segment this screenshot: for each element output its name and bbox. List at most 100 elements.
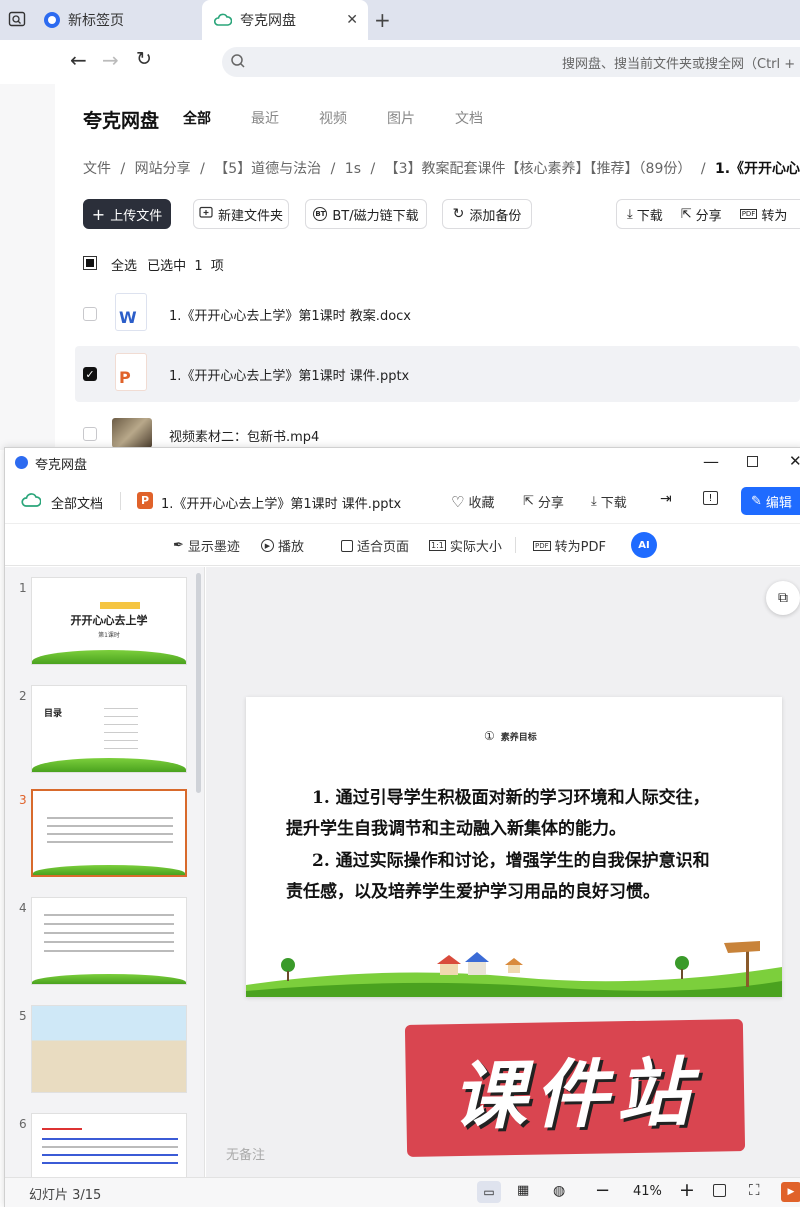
upload-button[interactable]: + 上传文件 [83, 199, 171, 229]
all-docs-link[interactable]: 全部文档 [51, 493, 103, 512]
download-button[interactable]: ⤓ 下载 [627, 205, 663, 224]
download-button[interactable]: ⤓ 下载 [591, 492, 627, 511]
breadcrumb-item[interactable]: 【3】教案配套课件【核心素养】【推荐】（89份） [385, 161, 692, 177]
ppt-file-icon: P [115, 353, 147, 391]
nav-image[interactable]: 图片 [387, 108, 415, 128]
breadcrumb-item[interactable]: 1s [345, 161, 361, 177]
breadcrumb-item[interactable]: 网站分享 [135, 161, 191, 177]
slide-text-line: 责任感，以及培养学生爱护学习用品的良好习惯。 [286, 882, 660, 902]
thumb-title: 开开心心去上学 [70, 614, 148, 627]
slide-thumbnail-4[interactable] [31, 897, 187, 985]
refresh-icon[interactable]: ↻ [136, 48, 152, 70]
forward-icon[interactable]: → [102, 48, 119, 72]
slide-thumbnail-2[interactable]: 目录 [31, 685, 187, 773]
selected-text: 已选中 [147, 259, 187, 274]
bt-download-button[interactable]: BT BT/磁力链下载 [305, 199, 427, 229]
minimize-icon[interactable]: — [703, 452, 719, 471]
floating-tool-icon[interactable]: ⧉ [766, 581, 800, 615]
back-icon[interactable]: ← [70, 48, 87, 72]
tab-search-icon[interactable] [8, 10, 26, 28]
zoom-in-icon[interactable]: + [679, 1179, 695, 1201]
thumb-subtitle: 第1课时 [98, 632, 120, 639]
nav-all[interactable]: 全部 [183, 108, 211, 128]
select-all-label[interactable]: 全选 [111, 259, 137, 274]
file-row-selected[interactable]: ✓ P 1.《开开心心去上学》第1课时 课件.pptx [75, 346, 800, 402]
selected-unit: 项 [210, 259, 224, 274]
file-name[interactable]: 1.《开开心心去上学》第1课时 课件.pptx [169, 365, 409, 384]
thumbnail-scrollbar[interactable] [196, 573, 201, 793]
to-pdf-button[interactable]: PDF 转为 [739, 205, 787, 224]
search-icon [230, 53, 246, 73]
thumb-title: 目录 [44, 709, 63, 719]
view-toolbar: ✒ 显示墨迹 ▶ 播放 适合页面 1:1 实际大小 PDF 转为PDF AI [5, 524, 800, 566]
tab-new-tab[interactable]: 新标签页 [40, 0, 200, 40]
video-thumbnail [112, 418, 152, 448]
ppt-badge-icon: P [137, 492, 153, 509]
search-input[interactable]: 搜网盘、搜当前文件夹或搜全网（Ctrl + F [222, 47, 800, 77]
select-all-checkbox[interactable] [83, 256, 97, 270]
nav-doc[interactable]: 文档 [455, 108, 483, 128]
collect-button[interactable]: ♡ 收藏 [451, 492, 494, 512]
nav-recent[interactable]: 最近 [251, 108, 279, 128]
divider [515, 537, 516, 553]
window-close-icon[interactable]: ✕ [789, 452, 800, 470]
present-icon[interactable]: ▶ [781, 1182, 800, 1202]
grid-view-icon[interactable]: ▦ [517, 1183, 529, 1198]
row-checkbox[interactable] [83, 307, 97, 321]
select-all-row: 全选 已选中 1 项 [111, 255, 224, 274]
file-row[interactable]: W 1.《开开心心去上学》第1课时 教案.docx [75, 286, 800, 342]
tab-quark-drive[interactable]: 夸克网盘 ✕ [202, 0, 368, 40]
to-pdf-button[interactable]: PDF 转为PDF [533, 536, 606, 555]
new-folder-button[interactable]: 新建文件夹 [193, 199, 289, 229]
window-title: 夸克网盘 [35, 458, 88, 473]
breadcrumb-sep: / [120, 161, 126, 177]
row-checkbox[interactable] [83, 427, 97, 441]
show-ink-button[interactable]: ✒ 显示墨迹 [173, 536, 240, 555]
file-row[interactable]: 视频素材二：包新书.mp4 [75, 406, 800, 450]
breadcrumb-item[interactable]: 【5】道德与法治 [214, 161, 321, 177]
slide-thumbnail-1[interactable]: 开开心心去上学 第1课时 [31, 577, 187, 665]
doc-title: 1.《开开心心去上学》第1课时 课件.pptx [161, 497, 402, 512]
thumbnail-panel: 1 开开心心去上学 第1课时 2 目录 3 4 5 6 [5, 567, 205, 1177]
add-tab-icon[interactable]: + [374, 8, 391, 32]
fullscreen-icon[interactable]: ⛶ [749, 1181, 760, 1199]
document-viewer-window: 夸克网盘 — ✕ 全部文档 P 1.《开开心心去上学》第1课时 课件.pptx … [4, 447, 800, 1207]
share-button[interactable]: ⇱ 分享 [681, 205, 722, 224]
share-button[interactable]: ⇱ 分享 [523, 492, 564, 511]
play-button[interactable]: ▶ 播放 [261, 536, 304, 555]
file-name[interactable]: 1.《开开心心去上学》第1课时 教案.docx [169, 305, 411, 324]
doc-toolbar: 全部文档 P 1.《开开心心去上学》第1课时 课件.pptx ♡ 收藏 ⇱ 分享 ⤓… [5, 478, 800, 524]
plus-icon: + [91, 204, 106, 224]
heart-icon: ♡ [451, 492, 465, 511]
zoom-out-icon[interactable]: − [595, 1180, 610, 1201]
nav-video[interactable]: 视频 [319, 108, 347, 128]
watermark-text: 课件站 [451, 1049, 699, 1140]
globe-icon[interactable]: ◍ [553, 1183, 565, 1199]
status-bar: 幻灯片 3/15 ▭ ▦ ◍ − 41% + ⛶ ▶ [5, 1177, 800, 1207]
ink-icon: ✒ [173, 538, 184, 553]
edit-button[interactable]: ✎ 编辑 [741, 487, 800, 515]
breadcrumb-sep: / [200, 161, 205, 177]
slide-thumbnail-3-active[interactable] [31, 789, 187, 877]
breadcrumb: 文件 / 网站分享 / 【5】道德与法治 / 1s / 【3】教案配套课件【核心… [83, 158, 800, 178]
add-backup-button[interactable]: ↻ 添加备份 [442, 199, 532, 229]
notes-placeholder[interactable]: 无备注 [226, 1144, 265, 1163]
actual-size-button[interactable]: 1:1 实际大小 [429, 536, 502, 555]
pdf-icon: PDF [739, 209, 758, 219]
drive-logo: 夸克网盘 [83, 110, 160, 132]
row-checkbox-checked[interactable]: ✓ [83, 367, 97, 381]
maximize-icon[interactable] [747, 456, 758, 467]
file-name[interactable]: 视频素材二：包新书.mp4 [169, 426, 319, 445]
breadcrumb-sep: / [330, 161, 336, 177]
pdf-icon: PDF [533, 540, 551, 551]
fit-screen-icon[interactable] [713, 1184, 726, 1197]
breadcrumb-item[interactable]: 文件 [83, 161, 111, 177]
ai-assistant-icon[interactable]: AI [631, 532, 657, 558]
slide-thumbnail-5[interactable] [31, 1005, 187, 1093]
export-icon[interactable]: ⇥ [660, 491, 672, 507]
thumb-number: 1 [19, 581, 27, 595]
slide-thumbnail-6[interactable] [31, 1113, 187, 1177]
close-icon[interactable]: ✕ [346, 12, 358, 28]
feedback-icon[interactable]: ! [703, 491, 718, 505]
fit-page-button[interactable]: 适合页面 [341, 536, 409, 555]
